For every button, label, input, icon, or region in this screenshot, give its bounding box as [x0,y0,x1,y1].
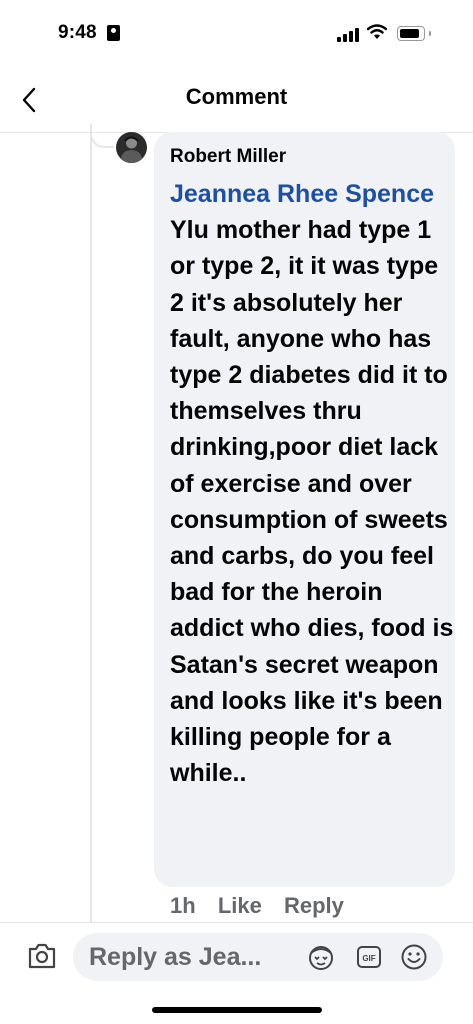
battery-icon [397,26,425,41]
mention-link[interactable]: Jeannea Rhee Spence [170,180,434,208]
home-indicator [152,1007,322,1013]
comment-bubble: Robert Miller Jeannea Rhee Spence Ylu mo… [154,132,455,887]
page-title: Comment [185,84,288,109]
comment-author[interactable]: Robert Miller [170,146,286,168]
reply-button[interactable]: Reply [284,893,344,918]
status-bar: 9:48 [0,0,473,70]
thread-line [90,132,92,922]
comment-text: Jeannea Rhee Spence Ylu mother had type … [170,176,455,791]
like-button[interactable]: Like [218,893,262,918]
comment-timestamp: 1h [170,893,196,918]
reply-placeholder: Reply as Jea... [89,943,262,971]
status-time: 9:48 [58,22,97,43]
emoji-icon[interactable] [400,943,428,971]
avatar[interactable] [116,132,147,163]
wifi-icon [367,24,387,39]
id-card-icon [107,25,120,41]
signal-icon [337,28,359,42]
comment-actions: 1h Like Reply [170,893,360,919]
nav-bar: Comment [0,70,473,133]
comment-body: Ylu mother had type 1 or type 2, it it w… [170,216,454,788]
reply-input[interactable]: Reply as Jea... GIF [73,933,443,981]
avatar-sticker-icon[interactable] [307,943,335,971]
camera-icon[interactable] [26,941,58,971]
svg-text:GIF: GIF [362,954,375,963]
gif-icon[interactable]: GIF [356,945,382,969]
thread-connector [90,124,114,148]
reply-bar: Reply as Jea... GIF [0,922,473,993]
